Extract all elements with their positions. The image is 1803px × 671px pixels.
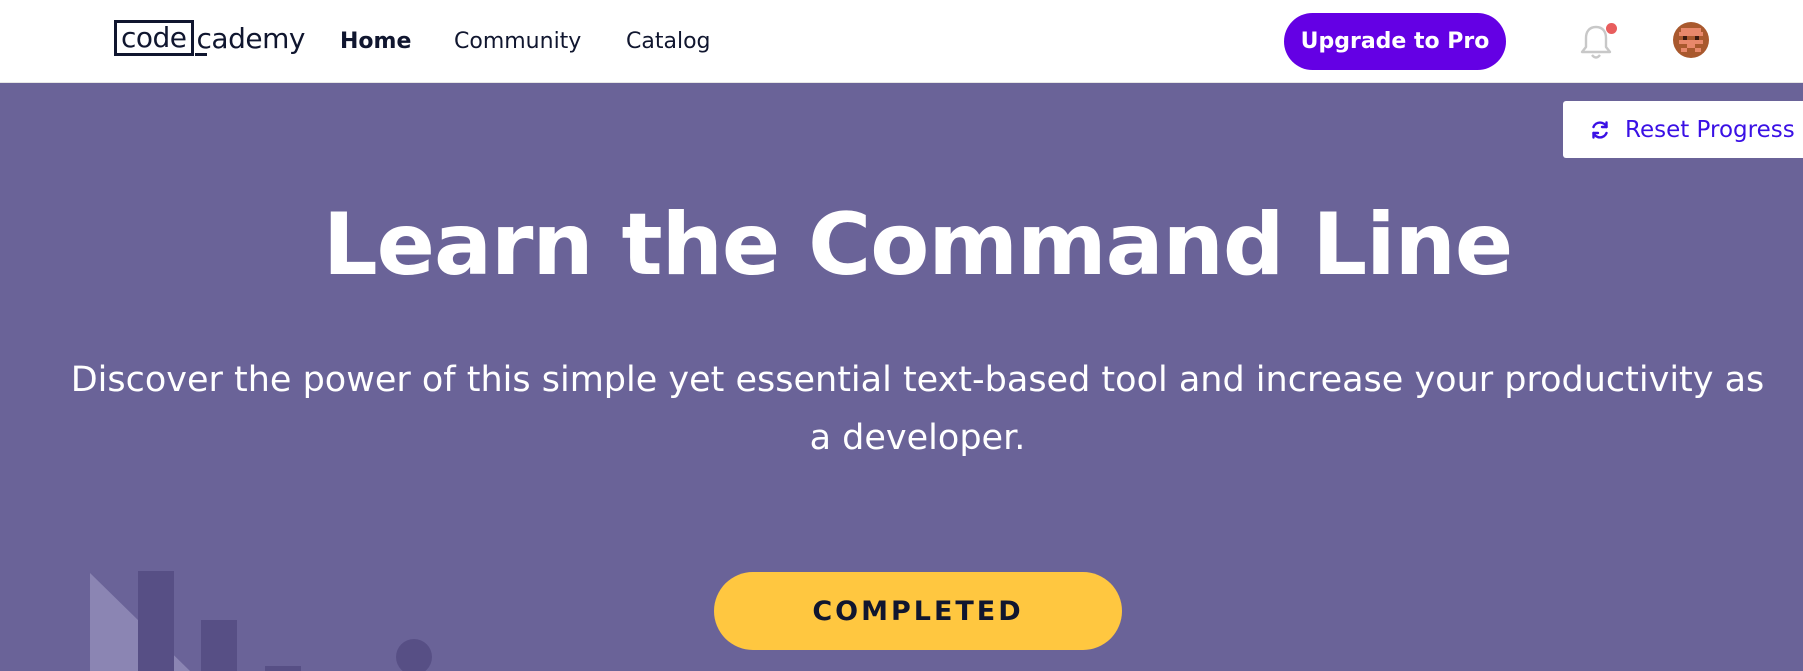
upgrade-to-pro-button[interactable]: Upgrade to Pro: [1284, 13, 1506, 70]
course-title: Learn the Command Line: [322, 195, 1513, 295]
reset-progress-label: Reset Progress: [1625, 116, 1795, 143]
course-description: Discover the power of this simple yet es…: [70, 360, 1765, 458]
logo-rest: cademy: [196, 21, 306, 55]
logo-cursor: [194, 52, 207, 56]
logo-text: cademy: [194, 21, 306, 56]
completed-button[interactable]: COMPLETED: [714, 572, 1122, 650]
nav-catalog[interactable]: Catalog: [626, 0, 711, 83]
avatar[interactable]: [1673, 22, 1709, 58]
refresh-icon: [1589, 119, 1611, 141]
course-hero: Reset Progress Learn the Command Line Di…: [0, 83, 1803, 671]
logo-box: code: [114, 20, 194, 56]
nav-home[interactable]: Home: [340, 0, 411, 83]
notification-dot: [1606, 23, 1617, 34]
codecademy-logo[interactable]: code cademy: [114, 20, 305, 56]
reset-progress-button[interactable]: Reset Progress: [1563, 101, 1803, 158]
nav-community[interactable]: Community: [454, 0, 581, 83]
top-nav: code cademy Home Community Catalog Upgra…: [0, 0, 1803, 83]
